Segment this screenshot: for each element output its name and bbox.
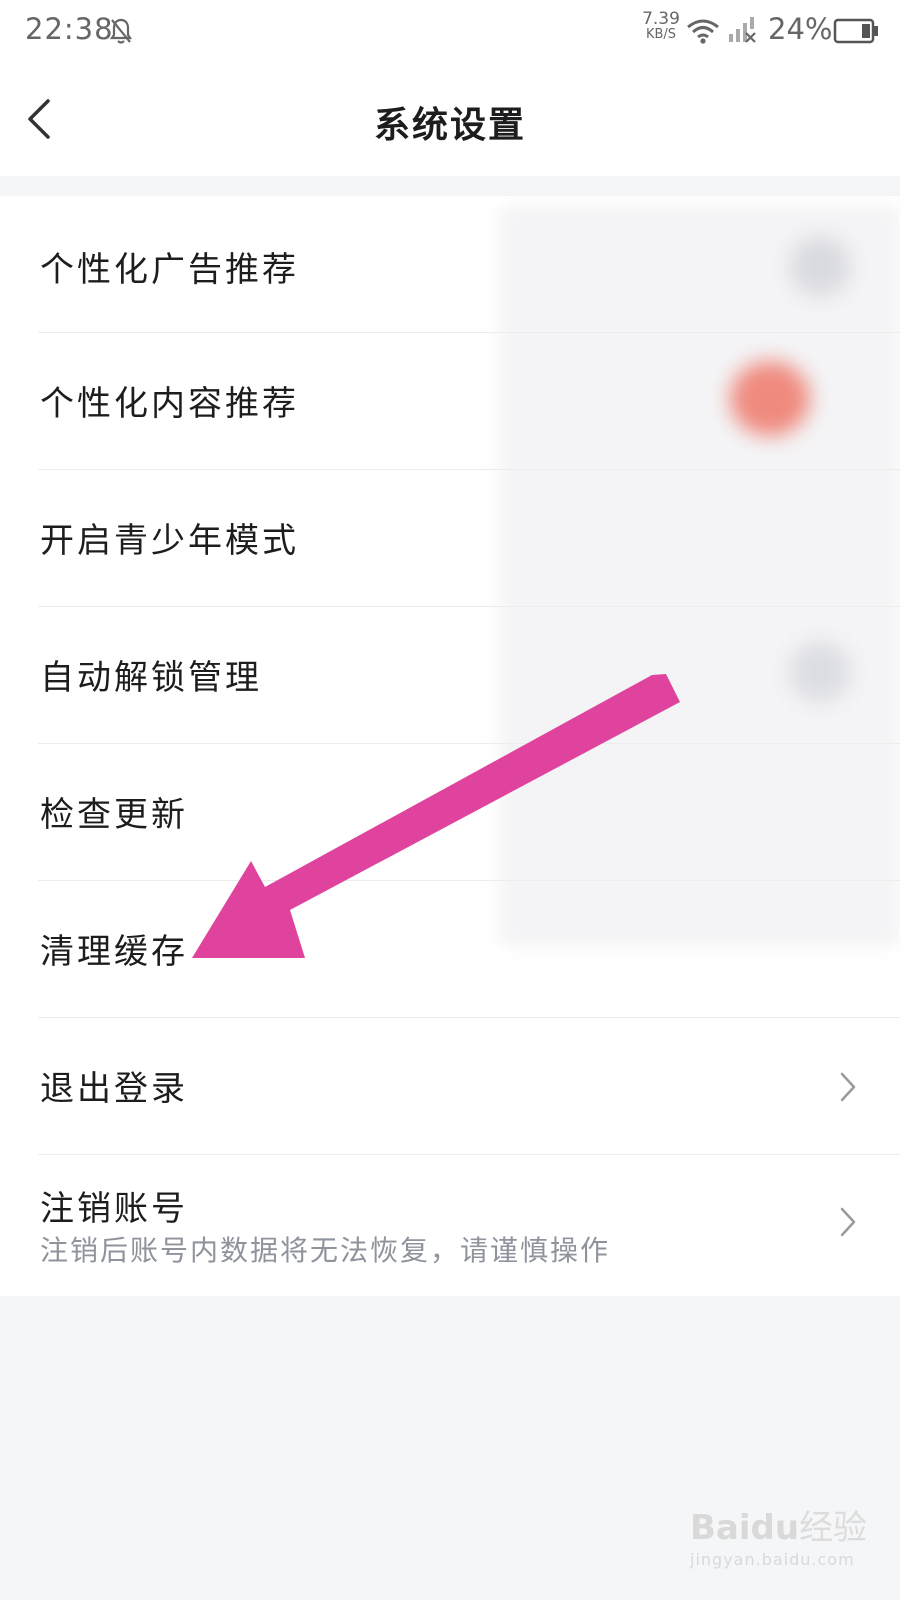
watermark-product: 经验 [799, 1508, 868, 1548]
watermark-brand: Bai [690, 1508, 751, 1548]
watermark: Baidu经验 jingyan.baidu.com [690, 1500, 868, 1569]
watermark-brand-suffix: du [750, 1508, 800, 1548]
watermark-url: jingyan.baidu.com [690, 1550, 855, 1569]
annotation-arrow [192, 674, 680, 958]
